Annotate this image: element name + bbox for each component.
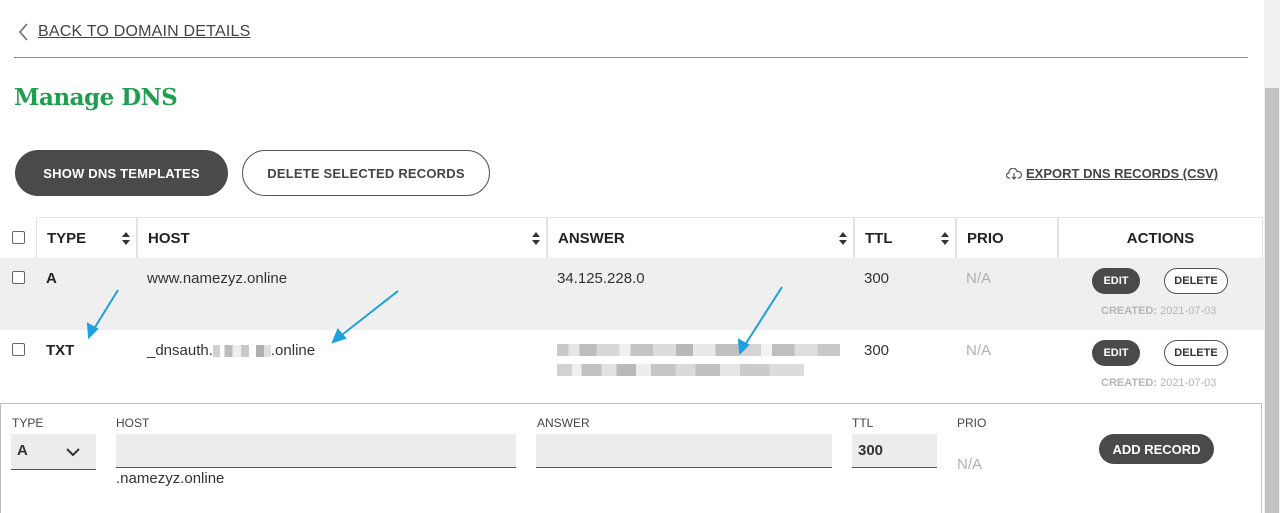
show-dns-templates-label: SHOW DNS TEMPLATES	[43, 165, 200, 181]
cloud-download-icon	[1006, 167, 1022, 180]
prio-value: N/A	[957, 456, 983, 473]
column-header-answer[interactable]: ANSWER	[547, 217, 854, 258]
divider	[14, 57, 1248, 58]
type-select-value: A	[17, 442, 28, 459]
record-host: www.namezyz.online	[147, 270, 288, 287]
record-prio: N/A	[966, 342, 992, 359]
created-label: CREATED:	[1101, 377, 1158, 389]
created-date: CREATED: 2021-07-03	[1101, 377, 1216, 389]
record-ttl: 300	[864, 342, 890, 359]
delete-selected-records-button[interactable]: DELETE SELECTED RECORDS	[242, 150, 490, 196]
record-host: _dnsauth. .online	[147, 342, 315, 359]
answer-field-label: ANSWER	[537, 416, 590, 430]
delete-selected-records-label: DELETE SELECTED RECORDS	[267, 165, 465, 181]
manage-dns-page: BACK TO DOMAIN DETAILS Manage DNS SHOW D…	[0, 0, 1264, 513]
column-header-prio: PRIO	[956, 217, 1058, 258]
sort-icon	[839, 232, 847, 245]
chevron-left-icon	[19, 23, 28, 41]
created-value: 2021-07-03	[1160, 377, 1217, 389]
export-dns-records-link[interactable]: EXPORT DNS RECORDS (CSV)	[1006, 166, 1218, 181]
column-header-label: PRIO	[967, 229, 1004, 247]
record-type: A	[46, 270, 57, 287]
delete-button[interactable]: DELETE	[1164, 340, 1228, 366]
column-header-label: HOST	[148, 229, 190, 247]
redacted-host-segment	[212, 344, 271, 357]
ttl-input-value: 300	[858, 442, 884, 459]
column-header-label: TYPE	[47, 229, 87, 247]
dns-table-header: TYPE HOST ANSWER TTL PRIO ACTIONS	[0, 217, 1264, 258]
page-title: Manage DNS	[14, 84, 178, 111]
record-ttl: 300	[864, 270, 890, 287]
delete-button-label: DELETE	[1174, 275, 1218, 287]
row-checkbox[interactable]	[12, 343, 25, 356]
chevron-down-icon	[66, 448, 80, 457]
host-domain-suffix: .namezyz.online	[116, 470, 225, 487]
answer-input[interactable]	[536, 434, 832, 468]
delete-button-label: DELETE	[1174, 347, 1218, 359]
ttl-input[interactable]: 300	[852, 434, 937, 468]
record-prio: N/A	[966, 270, 992, 287]
column-header-host[interactable]: HOST	[137, 217, 547, 258]
column-header-label: ANSWER	[558, 229, 625, 247]
add-record-button-label: ADD RECORD	[1112, 441, 1201, 457]
host-field-label: HOST	[116, 416, 150, 430]
table-row: TXT _dnsauth. .online 300 N/A EDIT DELET…	[0, 330, 1264, 403]
edit-button-label: EDIT	[1103, 347, 1129, 359]
type-field-label: TYPE	[12, 416, 44, 430]
back-link-label[interactable]: BACK TO DOMAIN DETAILS	[38, 23, 250, 41]
created-label: CREATED:	[1101, 305, 1158, 317]
created-date: CREATED: 2021-07-03	[1101, 305, 1216, 317]
edit-button-label: EDIT	[1103, 275, 1129, 287]
host-input[interactable]	[116, 434, 516, 468]
delete-button[interactable]: DELETE	[1164, 268, 1228, 294]
table-row: A www.namezyz.online 34.125.228.0 300 N/…	[0, 258, 1264, 330]
edit-button[interactable]: EDIT	[1092, 268, 1140, 294]
scrollbar-thumb[interactable]	[1265, 88, 1279, 513]
column-header-label: TTL	[865, 229, 893, 247]
record-answer: 34.125.228.0	[557, 270, 645, 287]
sort-icon	[941, 232, 949, 245]
ttl-field-label: TTL	[852, 416, 874, 430]
column-header-actions: ACTIONS	[1058, 217, 1263, 258]
add-record-button[interactable]: ADD RECORD	[1099, 434, 1214, 464]
row-checkbox[interactable]	[12, 271, 25, 284]
back-to-domain-link[interactable]: BACK TO DOMAIN DETAILS	[16, 22, 250, 42]
column-header-ttl[interactable]: TTL	[854, 217, 956, 258]
column-header-type[interactable]: TYPE	[36, 217, 137, 258]
sort-icon	[122, 232, 130, 245]
record-type: TXT	[46, 342, 75, 359]
record-host-suffix: .online	[270, 342, 316, 359]
show-dns-templates-button[interactable]: SHOW DNS TEMPLATES	[15, 150, 228, 196]
select-all-checkbox[interactable]	[12, 231, 25, 244]
created-value: 2021-07-03	[1160, 305, 1217, 317]
export-dns-records-label[interactable]: EXPORT DNS RECORDS (CSV)	[1026, 166, 1218, 181]
column-header-label: ACTIONS	[1126, 229, 1195, 247]
prio-field-label: PRIO	[957, 416, 987, 430]
sort-icon	[532, 232, 540, 245]
edit-button[interactable]: EDIT	[1092, 340, 1140, 366]
type-select[interactable]: A	[11, 434, 96, 470]
record-host-prefix: _dnsauth.	[147, 342, 213, 359]
